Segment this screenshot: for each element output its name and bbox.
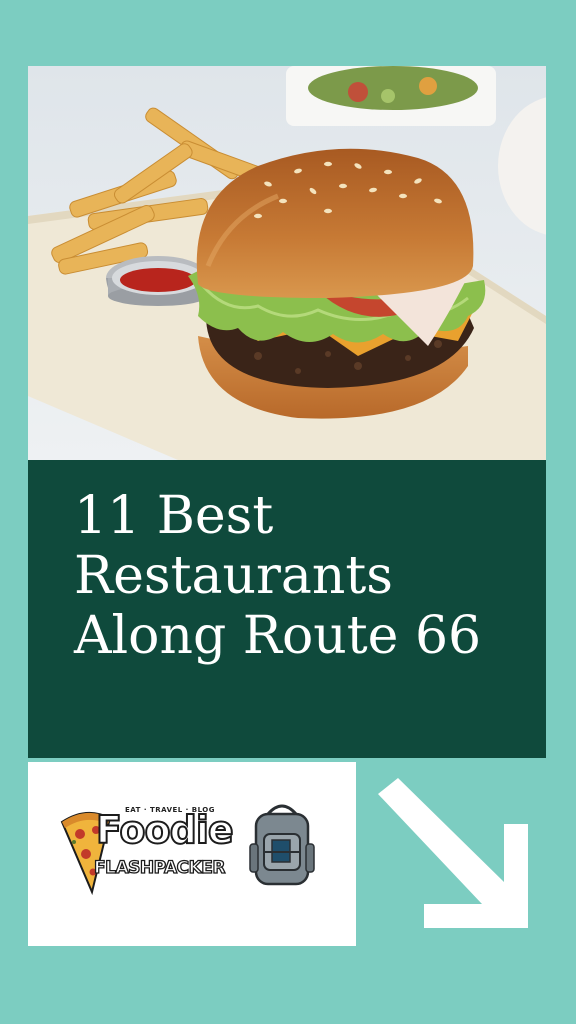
logo-name-foodie: Foodie (95, 807, 235, 853)
logo-name-flashpacker: FLASHPACKER (93, 857, 226, 878)
hero-image (28, 66, 546, 460)
title-panel: 11 Best Restaurants Along Route 66 (28, 460, 546, 758)
logo-graphics (60, 804, 315, 896)
page-title: 11 Best Restaurants Along Route 66 (74, 486, 482, 666)
burger-photo (28, 66, 546, 460)
backpack-icon (249, 804, 315, 886)
brand-logo-panel[interactable]: EAT · TRAVEL · BLOG Foodie FLASHPACKER (28, 762, 356, 946)
arrow-down-right-icon[interactable] (378, 778, 528, 928)
